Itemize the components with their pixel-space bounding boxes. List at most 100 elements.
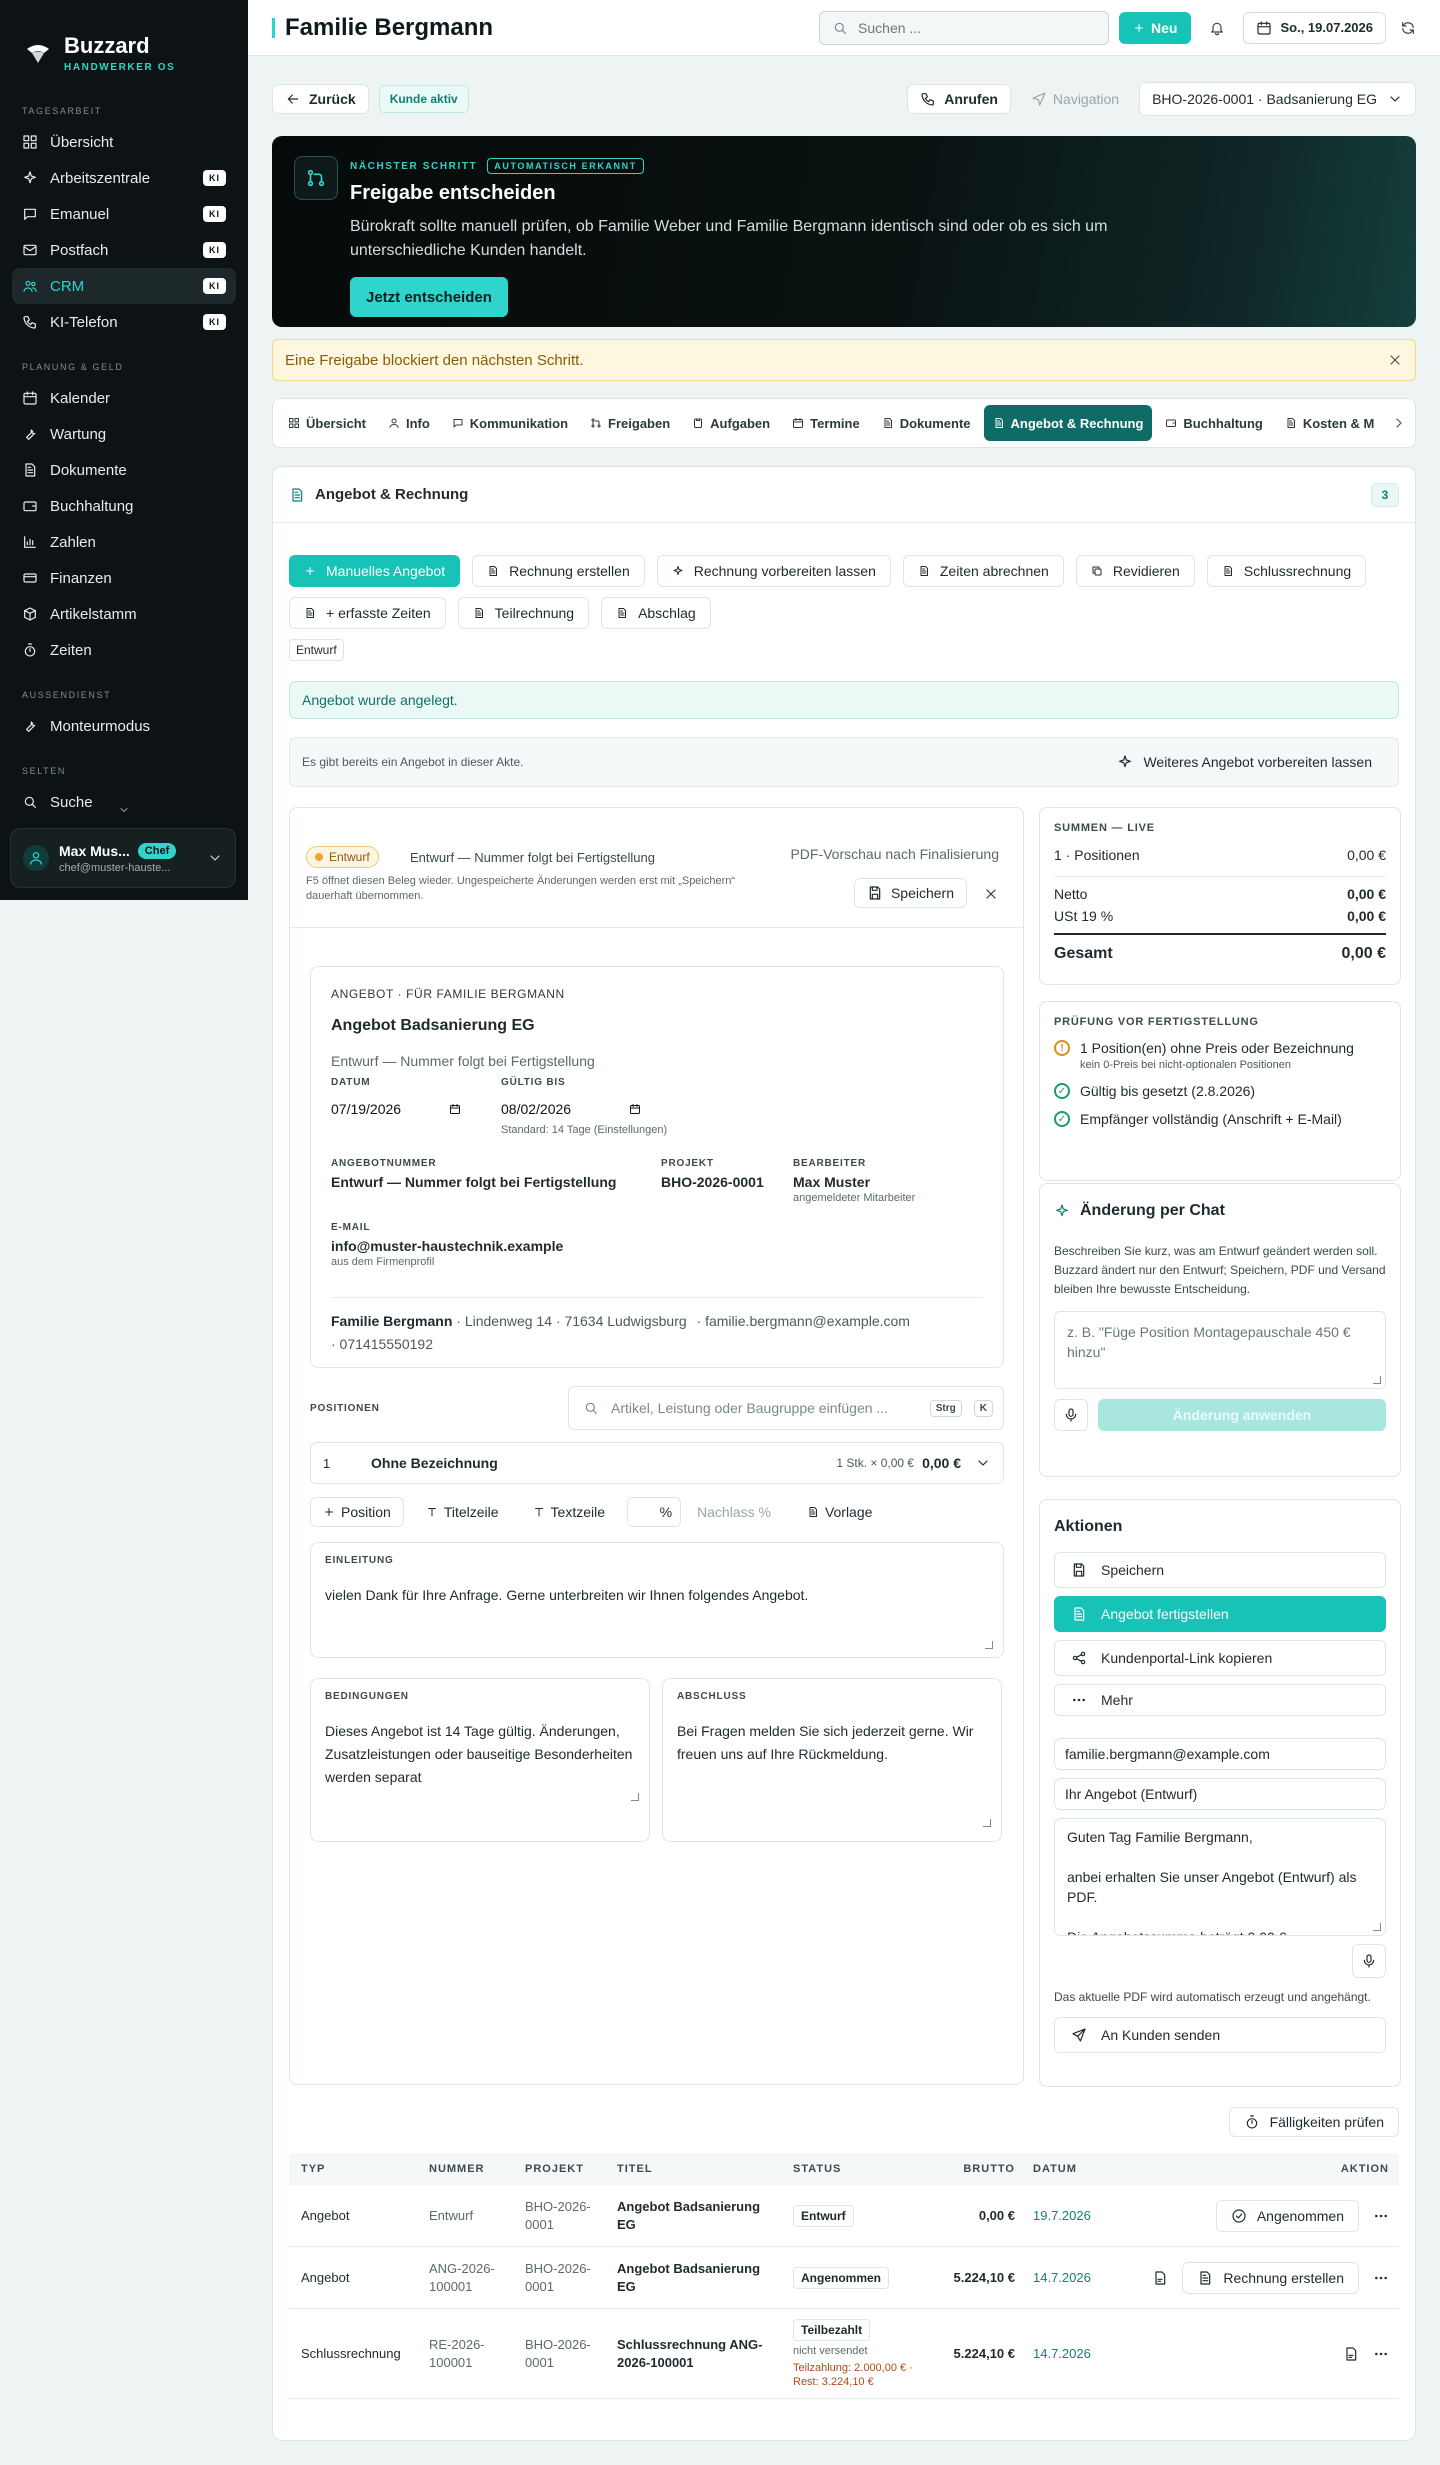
tab[interactable]: Kosten & M xyxy=(1276,405,1384,441)
sidebar-item[interactable]: CRM KI xyxy=(12,268,236,304)
sidebar-item[interactable]: Monteurmodus xyxy=(12,708,236,744)
tab[interactable]: Kommunikation xyxy=(443,405,577,441)
search-input[interactable] xyxy=(858,19,1097,36)
close-icon[interactable] xyxy=(983,886,999,902)
action-button[interactable]: Rechnung erstellen xyxy=(472,555,645,587)
date-picker[interactable]: So., 19.07.2026 xyxy=(1243,11,1386,44)
action-button[interactable]: + erfasste Zeiten xyxy=(289,597,446,629)
sidebar-item[interactable]: Buchhaltung xyxy=(12,488,236,524)
tab[interactable]: Termine xyxy=(783,405,869,441)
position-search[interactable]: Artikel, Leistung oder Baugruppe einfüge… xyxy=(568,1386,1004,1430)
resize-handle[interactable] xyxy=(983,1819,991,1827)
sidebar-item[interactable]: Artikelstamm xyxy=(12,596,236,632)
project-select[interactable]: BHO-2026-0001 · Badsanierung EG xyxy=(1139,82,1416,116)
sidebar-item[interactable]: Dokumente xyxy=(12,452,236,488)
intro-textarea[interactable]: EINLEITUNG vielen Dank für Ihre Anfrage.… xyxy=(310,1542,1004,1658)
calendar-icon xyxy=(22,390,38,406)
action-button[interactable]: Abschlag xyxy=(601,597,711,629)
mark-accepted-button[interactable]: Angenommen xyxy=(1215,2199,1359,2232)
apply-change-button[interactable]: Änderung anwenden xyxy=(1098,1399,1386,1431)
sidebar-item[interactable]: Kalender xyxy=(12,380,236,416)
resize-handle[interactable] xyxy=(1373,1376,1381,1384)
customer-name: Familie Bergmann xyxy=(331,1313,453,1329)
sidebar-item[interactable]: Arbeitszentrale KI xyxy=(12,160,236,196)
check-due-dates-button[interactable]: Fälligkeiten prüfen xyxy=(1228,2107,1399,2137)
sidebar-item[interactable]: Übersicht xyxy=(12,124,236,160)
bell-icon[interactable] xyxy=(1209,20,1225,36)
resize-handle[interactable] xyxy=(1373,1923,1381,1931)
sidebar-item[interactable]: Zeiten xyxy=(12,632,236,668)
tab[interactable]: Aufgaben xyxy=(683,405,779,441)
action-button[interactable]: Manuelles Angebot xyxy=(289,555,461,587)
navigation-button[interactable]: Navigation xyxy=(1031,91,1119,107)
voice-input-button[interactable] xyxy=(1352,1944,1386,1978)
more-icon[interactable] xyxy=(1373,2346,1389,2362)
brand[interactable]: Buzzard HANDWERKER OS xyxy=(0,0,248,80)
save-button[interactable]: Speichern xyxy=(853,878,967,908)
offer-title[interactable]: Angebot Badsanierung EG xyxy=(331,1017,983,1035)
action-button[interactable]: Rechnung vorbereiten lassen xyxy=(656,555,891,587)
position-row[interactable]: 1 Ohne Bezeichnung 1 Stk. × 0,00 € 0,00 … xyxy=(310,1442,1004,1484)
tab[interactable]: Dokumente xyxy=(873,405,980,441)
chevron-down-icon[interactable] xyxy=(975,1455,991,1471)
new-button[interactable]: Neu xyxy=(1119,11,1192,44)
user-menu[interactable]: Max Mus... Chef chef@muster-hauste... xyxy=(10,828,236,888)
sidebar-item[interactable]: Zahlen xyxy=(12,524,236,560)
action-button[interactable]: Zeiten abrechnen xyxy=(902,555,1064,587)
more-icon[interactable] xyxy=(1373,2270,1389,2286)
template-button[interactable]: Vorlage xyxy=(794,1497,885,1527)
sidebar-item[interactable]: Postfach KI xyxy=(12,232,236,268)
email-body-textarea[interactable]: Guten Tag Familie Bergmann, anbei erhalt… xyxy=(1054,1818,1386,1936)
create-invoice-button[interactable]: Rechnung erstellen xyxy=(1182,2261,1359,2294)
card-icon xyxy=(22,570,38,586)
resize-handle[interactable] xyxy=(985,1641,993,1649)
pdf-icon[interactable] xyxy=(1343,2346,1359,2362)
finalize-offer-button[interactable]: Angebot fertigstellen xyxy=(1054,1596,1386,1632)
closing-textarea[interactable]: ABSCHLUSS Bei Fragen melden Sie sich jed… xyxy=(662,1678,1002,1842)
pdf-icon[interactable] xyxy=(1152,2270,1168,2286)
discount-percent-input[interactable]: % xyxy=(627,1497,682,1527)
tab[interactable]: Buchhaltung xyxy=(1156,405,1271,441)
sidebar-item[interactable]: Finanzen xyxy=(12,560,236,596)
send-to-customer-button[interactable]: An Kunden senden xyxy=(1054,2017,1386,2053)
add-position-button[interactable]: Position xyxy=(310,1497,404,1527)
recipient-email-input[interactable]: familie.bergmann@example.com xyxy=(1054,1738,1386,1770)
tab[interactable]: Angebot & Rechnung xyxy=(983,405,1153,441)
valid-until-input[interactable]: 08/02/2026 xyxy=(501,1096,641,1122)
sidebar-scroll-chevron[interactable] xyxy=(118,804,130,816)
action-button[interactable]: Revidieren xyxy=(1075,555,1195,587)
sparkle-icon xyxy=(1054,1203,1070,1219)
table-row[interactable]: Angebot ANG-2026-100001 BHO-2026-0001 An… xyxy=(289,2247,1399,2309)
voice-input-button[interactable] xyxy=(1054,1399,1088,1431)
table-row[interactable]: Schlussrechnung RE-2026-100001 BHO-2026-… xyxy=(289,2309,1399,2399)
sidebar-item[interactable]: Wartung xyxy=(12,416,236,452)
chevron-right-icon[interactable] xyxy=(1391,415,1407,431)
refresh-icon[interactable] xyxy=(1400,20,1416,36)
global-search[interactable] xyxy=(819,10,1110,45)
add-text-row-button[interactable]: Textzeile xyxy=(520,1497,618,1527)
sidebar-item[interactable]: Emanuel KI xyxy=(12,196,236,232)
action-button[interactable]: Teilrechnung xyxy=(457,597,590,629)
more-icon[interactable] xyxy=(1373,2208,1389,2224)
sidebar-item[interactable]: KI-Telefon KI xyxy=(12,304,236,340)
save-button[interactable]: Speichern xyxy=(1054,1552,1386,1588)
terms-textarea[interactable]: BEDINGUNGEN Dieses Angebot ist 14 Tage g… xyxy=(310,1678,650,1842)
table-row[interactable]: Angebot Entwurf BHO-2026-0001 Angebot Ba… xyxy=(289,2185,1399,2247)
email-subject-input[interactable]: Ihr Angebot (Entwurf) xyxy=(1054,1778,1386,1810)
add-title-row-button[interactable]: Titelzeile xyxy=(413,1497,511,1527)
chat-input[interactable]: z. B. "Füge Position Montagepauschale 45… xyxy=(1054,1311,1386,1389)
prepare-another-offer-button[interactable]: Weiteres Angebot vorbereiten lassen xyxy=(1103,746,1386,778)
document-icon xyxy=(1197,2270,1213,2286)
more-button[interactable]: Mehr xyxy=(1054,1684,1386,1716)
copy-portal-link-button[interactable]: Kundenportal-Link kopieren xyxy=(1054,1640,1386,1676)
tab[interactable]: Freigaben xyxy=(581,405,679,441)
action-button[interactable]: Schlussrechnung xyxy=(1206,555,1367,587)
back-button[interactable]: Zurück xyxy=(272,84,369,114)
close-icon[interactable] xyxy=(1387,352,1403,368)
resize-handle[interactable] xyxy=(631,1793,639,1801)
call-button[interactable]: Anrufen xyxy=(907,84,1011,114)
offer-date-input[interactable]: 07/19/2026 xyxy=(331,1096,461,1122)
tab[interactable]: Übersicht xyxy=(279,405,375,441)
tab[interactable]: Info xyxy=(379,405,439,441)
decide-now-button[interactable]: Jetzt entscheiden xyxy=(350,277,508,317)
